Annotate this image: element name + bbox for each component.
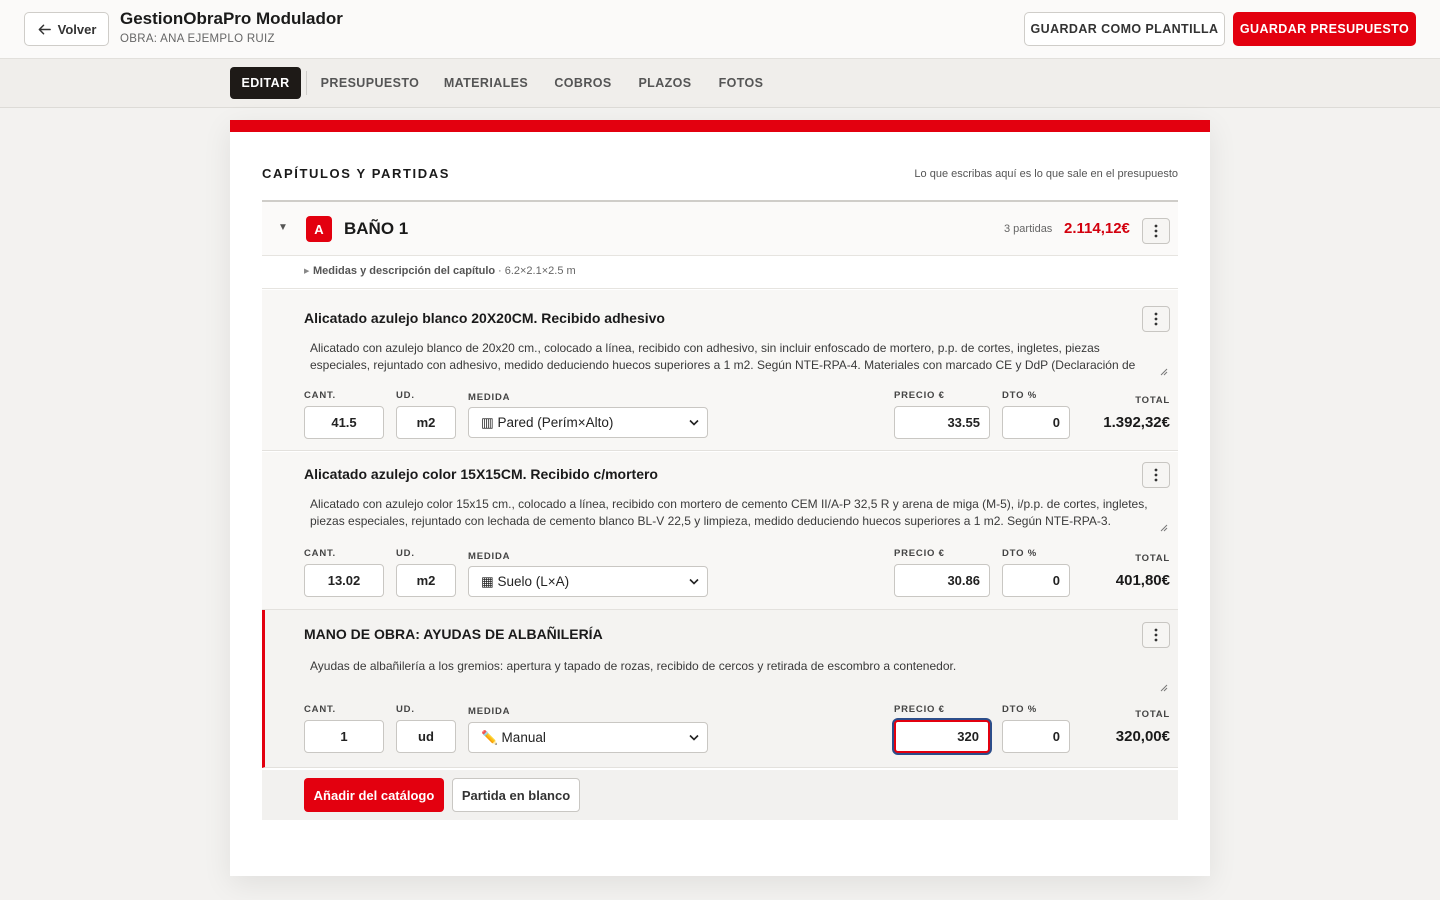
item-total: 320,00€: [1115, 728, 1170, 745]
chapter-item-count: 3 partidas: [1004, 223, 1053, 235]
total-label: TOTAL: [1135, 709, 1170, 720]
tab-editar[interactable]: EDITAR: [230, 67, 301, 99]
tab-cobros[interactable]: COBROS: [550, 67, 616, 99]
unit-input[interactable]: ud: [396, 720, 456, 753]
tab-bar: EDITAR PRESUPUESTO MATERIALES COBROS PLA…: [0, 59, 1440, 108]
chapter-total: 2.114,12€: [1064, 220, 1130, 237]
chapter-name: BAÑO 1: [344, 219, 409, 238]
qty-input[interactable]: 1: [304, 720, 384, 753]
tab-presupuesto[interactable]: PRESUPUESTO: [316, 67, 424, 99]
chapter-meta-label: Medidas y descripción del capítulo: [313, 265, 496, 277]
price-label: PRECIO €: [894, 548, 945, 559]
measure-select[interactable]: ✏️ Manual: [468, 722, 708, 753]
qty-label: CANT.: [304, 548, 336, 559]
tab-fotos[interactable]: FOTOS: [714, 67, 768, 99]
measure-label: MEDIDA: [468, 551, 511, 562]
item-title: Alicatado azulejo color 15X15CM. Recibid…: [304, 466, 658, 482]
unit-input[interactable]: m2: [396, 564, 456, 597]
discount-input[interactable]: 0: [1002, 720, 1070, 753]
total-label: TOTAL: [1135, 553, 1170, 564]
add-blank-item-button[interactable]: Partida en blanco: [452, 778, 580, 812]
total-label: TOTAL: [1135, 395, 1170, 406]
item-title: MANO DE OBRA: AYUDAS DE ALBAÑILERÍA: [304, 626, 603, 642]
back-button-label: Volver: [57, 21, 97, 37]
unit-label: UD.: [396, 390, 415, 401]
project-subtitle: OBRA: ANA EJEMPLO RUIZ: [120, 33, 275, 45]
chapter-meta-value: · 6.2×2.1×2.5 m: [498, 265, 576, 277]
unit-label: UD.: [396, 704, 415, 715]
chevron-down-icon: [689, 734, 699, 741]
chapter-menu-button[interactable]: [1142, 218, 1170, 244]
section-title: CAPÍTULOS Y PARTIDAS: [262, 166, 451, 181]
price-input[interactable]: 33.55: [894, 406, 990, 439]
resize-handle-icon[interactable]: [1160, 368, 1168, 376]
measure-select[interactable]: ▦ Suelo (L×A): [468, 566, 708, 597]
price-input-focused[interactable]: 320: [894, 720, 990, 753]
measure-select-value: ▦ Suelo (L×A): [481, 573, 570, 589]
card-accent-bar: [230, 120, 1210, 132]
qty-label: CANT.: [304, 390, 336, 401]
measure-select[interactable]: ▥ Pared (Perím×Alto): [468, 407, 708, 438]
item-menu-button[interactable]: [1142, 622, 1170, 648]
line-item: Alicatado azulejo blanco 20X20CM. Recibi…: [262, 290, 1178, 451]
chevron-down-icon: [689, 578, 699, 585]
item-description-textarea[interactable]: Ayudas de albañilería a los gremios: ape…: [310, 658, 1160, 696]
more-vertical-icon: [1154, 468, 1158, 482]
add-from-catalog-button[interactable]: Añadir del catálogo: [304, 778, 444, 812]
measure-select-value: ✏️ Manual: [481, 729, 546, 745]
tab-plazos[interactable]: PLAZOS: [634, 67, 696, 99]
collapse-caret-icon[interactable]: ▼: [278, 222, 288, 233]
unit-input[interactable]: m2: [396, 406, 456, 439]
item-total: 1.392,32€: [1103, 414, 1170, 431]
discount-input[interactable]: 0: [1002, 564, 1070, 597]
resize-handle-icon[interactable]: [1160, 524, 1168, 532]
item-menu-button[interactable]: [1142, 462, 1170, 488]
add-item-bar: Añadir del catálogo Partida en blanco: [262, 770, 1178, 820]
measure-select-value: ▥ Pared (Perím×Alto): [481, 414, 614, 430]
resize-handle-icon[interactable]: [1160, 684, 1168, 692]
chapter-badge: A: [306, 216, 332, 242]
section-hint: Lo que escribas aquí es lo que sale en e…: [914, 168, 1178, 180]
item-description-textarea[interactable]: Alicatado con azulejo color 15x15 cm., c…: [310, 496, 1160, 534]
item-total: 401,80€: [1115, 572, 1170, 589]
discount-label: DTO %: [1002, 548, 1037, 559]
item-menu-button[interactable]: [1142, 306, 1170, 332]
price-label: PRECIO €: [894, 704, 945, 715]
more-vertical-icon: [1154, 312, 1158, 326]
chapter-measurements-toggle[interactable]: ▶ Medidas y descripción del capítulo · 6…: [262, 257, 1178, 289]
editor-card: CAPÍTULOS Y PARTIDAS Lo que escribas aqu…: [230, 120, 1210, 876]
qty-label: CANT.: [304, 704, 336, 715]
discount-label: DTO %: [1002, 390, 1037, 401]
back-button[interactable]: Volver: [24, 12, 109, 46]
tab-divider: [306, 71, 307, 95]
more-vertical-icon: [1154, 628, 1158, 642]
arrow-left-icon: [38, 24, 51, 34]
save-budget-button[interactable]: GUARDAR PRESUPUESTO: [1233, 12, 1416, 46]
tab-materiales[interactable]: MATERIALES: [440, 67, 532, 99]
discount-input[interactable]: 0: [1002, 406, 1070, 439]
item-title: Alicatado azulejo blanco 20X20CM. Recibi…: [304, 310, 665, 326]
expand-triangle-icon: ▶: [304, 268, 310, 275]
price-label: PRECIO €: [894, 390, 945, 401]
line-item: Alicatado azulejo color 15X15CM. Recibid…: [262, 452, 1178, 610]
price-input[interactable]: 30.86: [894, 564, 990, 597]
chevron-down-icon: [689, 419, 699, 426]
app-title: GestionObraPro Modulador: [120, 9, 343, 28]
line-item-selected: MANO DE OBRA: AYUDAS DE ALBAÑILERÍA Ayud…: [262, 610, 1178, 768]
measure-label: MEDIDA: [468, 392, 511, 403]
chapter-header[interactable]: ▼ A BAÑO 1 3 partidas 2.114,12€: [262, 202, 1178, 256]
more-vertical-icon: [1154, 224, 1158, 238]
discount-label: DTO %: [1002, 704, 1037, 715]
save-as-template-button[interactable]: GUARDAR COMO PLANTILLA: [1024, 12, 1225, 46]
qty-input[interactable]: 41.5: [304, 406, 384, 439]
measure-label: MEDIDA: [468, 706, 511, 717]
qty-input[interactable]: 13.02: [304, 564, 384, 597]
app-header: Volver GestionObraPro Modulador OBRA: AN…: [0, 0, 1440, 59]
item-description-textarea[interactable]: Alicatado con azulejo blanco de 20x20 cm…: [310, 340, 1160, 378]
unit-label: UD.: [396, 548, 415, 559]
